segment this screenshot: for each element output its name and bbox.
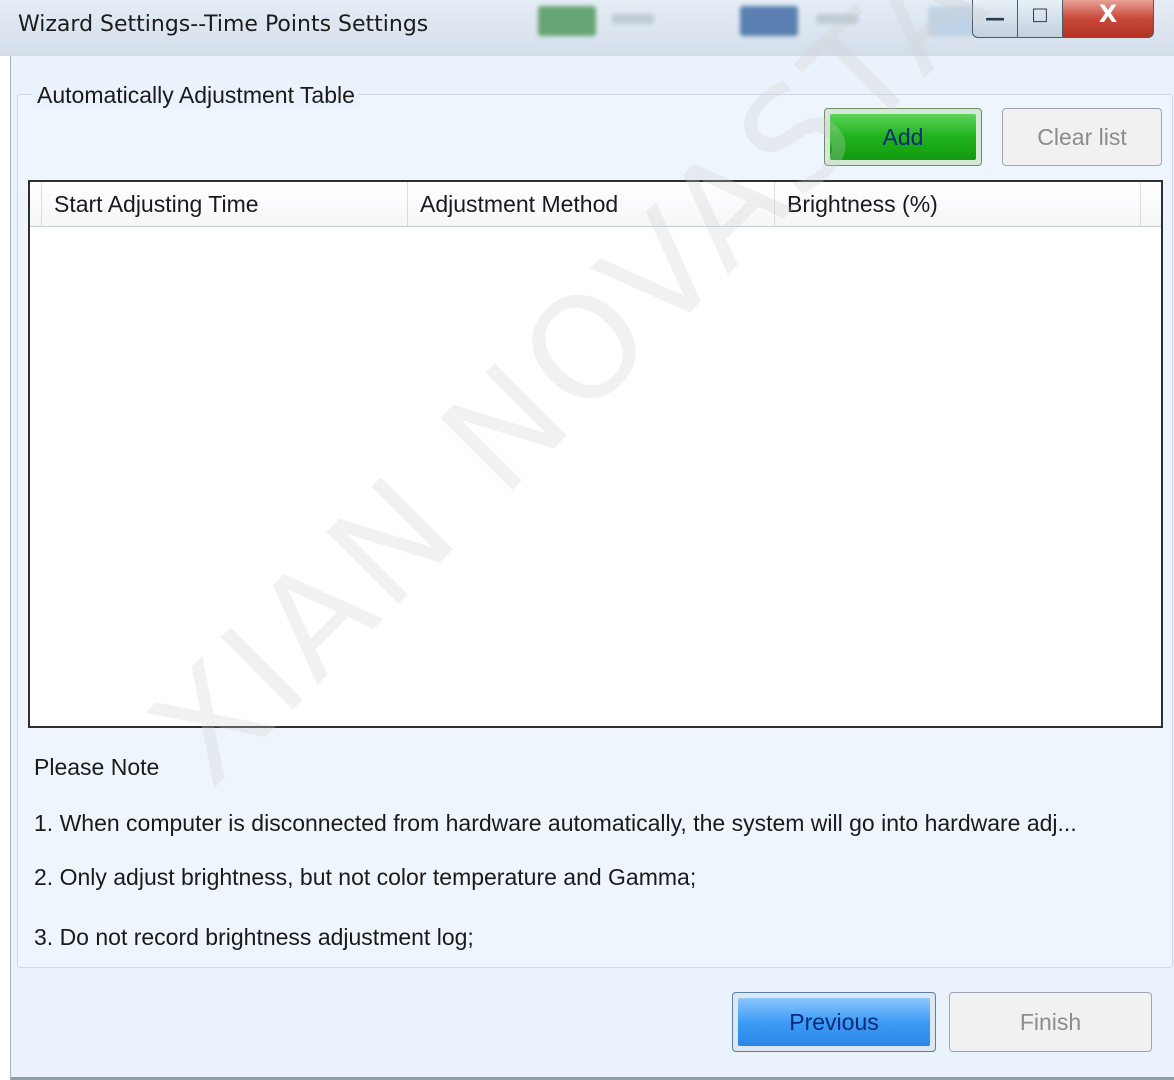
note-item: 2. Only adjust brightness, but not color… bbox=[34, 864, 697, 890]
taskbar-thumbnail bbox=[612, 14, 654, 24]
minimize-button[interactable]: — bbox=[972, 0, 1018, 38]
taskbar-thumbnail bbox=[816, 14, 858, 24]
taskbar-thumbnail bbox=[740, 6, 798, 36]
finish-button[interactable]: Finish bbox=[949, 992, 1152, 1052]
previous-button-label: Previous bbox=[738, 998, 930, 1046]
adjustment-table[interactable]: Start Adjusting Time Adjustment Method B… bbox=[28, 180, 1163, 728]
close-button[interactable]: X bbox=[1062, 0, 1154, 38]
group-title: Automatically Adjustment Table bbox=[33, 82, 359, 109]
notes-title: Please Note bbox=[34, 754, 160, 780]
column-header-method[interactable]: Adjustment Method bbox=[408, 182, 775, 226]
minimize-icon: — bbox=[985, 6, 1005, 30]
maximize-button[interactable]: □ bbox=[1017, 0, 1063, 38]
client-area: Automatically Adjustment Table Add Clear… bbox=[10, 56, 1174, 1080]
table-header-filler bbox=[1141, 182, 1161, 226]
add-button[interactable]: Add bbox=[824, 108, 982, 166]
taskbar-thumbnail bbox=[538, 6, 596, 36]
clear-list-button[interactable]: Clear list bbox=[1002, 108, 1162, 166]
table-header-spacer bbox=[30, 182, 42, 226]
wizard-window: Wizard Settings--Time Points Settings — … bbox=[0, 0, 1174, 1080]
window-title: Wizard Settings--Time Points Settings bbox=[18, 12, 429, 37]
note-item: 1. When computer is disconnected from ha… bbox=[34, 810, 1077, 836]
note-item: 3. Do not record brightness adjustment l… bbox=[34, 924, 474, 950]
column-header-brightness[interactable]: Brightness (%) bbox=[775, 182, 1141, 226]
close-icon: X bbox=[1098, 0, 1118, 28]
column-header-start-time[interactable]: Start Adjusting Time bbox=[42, 182, 408, 226]
maximize-icon: □ bbox=[1031, 4, 1049, 25]
table-header: Start Adjusting Time Adjustment Method B… bbox=[30, 182, 1161, 227]
previous-button[interactable]: Previous bbox=[732, 992, 936, 1052]
add-button-label: Add bbox=[830, 114, 976, 160]
taskbar-thumbnail bbox=[928, 6, 978, 36]
title-bar[interactable]: Wizard Settings--Time Points Settings — … bbox=[0, 0, 1174, 56]
